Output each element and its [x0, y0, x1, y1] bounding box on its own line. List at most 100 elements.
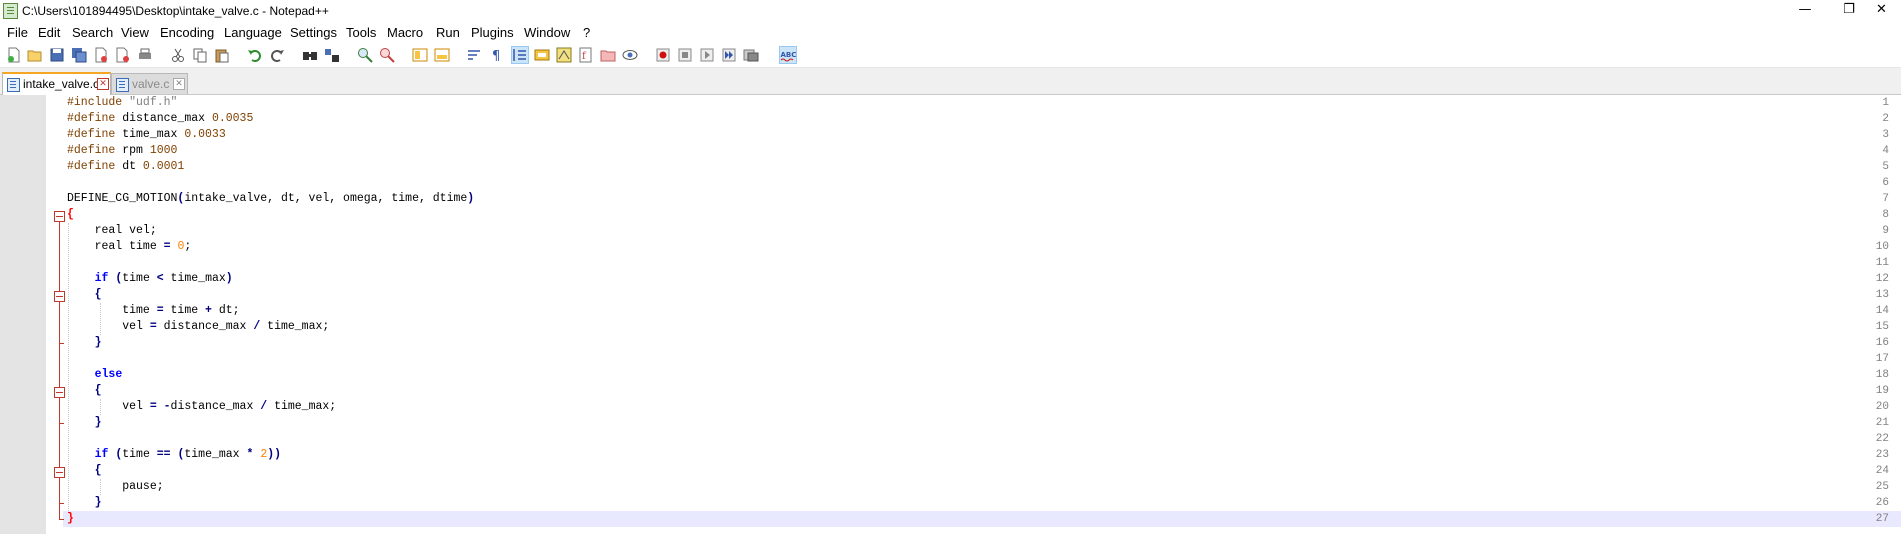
- fold-toggle-icon[interactable]: [54, 387, 65, 398]
- print-icon[interactable]: [137, 47, 153, 63]
- code-line[interactable]: {: [67, 287, 102, 303]
- menu-help[interactable]: ?: [583, 25, 590, 40]
- tab-valve[interactable]: valve.c ✕: [111, 73, 188, 94]
- close-all-icon[interactable]: [115, 47, 131, 63]
- code-line[interactable]: #define rpm 1000: [67, 143, 177, 159]
- code-line[interactable]: #define time_max 0.0033: [67, 127, 226, 143]
- folder-workspace-icon[interactable]: [600, 47, 616, 63]
- menu-edit[interactable]: Edit: [38, 25, 60, 40]
- save-all-icon[interactable]: [71, 47, 87, 63]
- new-file-icon[interactable]: [6, 47, 22, 63]
- spell-check-icon[interactable]: ABC: [779, 46, 797, 64]
- copy-icon[interactable]: [192, 47, 208, 63]
- notepad-plus-plus-icon: [3, 3, 18, 19]
- fold-end: [59, 423, 64, 424]
- close-tab-icon[interactable]: ✕: [173, 78, 185, 90]
- code-line[interactable]: }: [67, 511, 74, 527]
- zoom-out-icon[interactable]: [379, 47, 395, 63]
- file-icon: [7, 78, 20, 92]
- word-wrap-icon[interactable]: [467, 47, 483, 63]
- paste-icon[interactable]: [214, 47, 230, 63]
- menu-tools[interactable]: Tools: [346, 25, 376, 40]
- line-number: 14: [1875, 305, 1889, 317]
- tab-intake-valve[interactable]: intake_valve.c ✕: [2, 72, 111, 96]
- code-line[interactable]: DEFINE_CG_MOTION(intake_valve, dt, vel, …: [67, 191, 474, 207]
- line-number: 7: [1882, 193, 1889, 205]
- open-file-icon[interactable]: [27, 47, 43, 63]
- fold-toggle-icon[interactable]: [54, 291, 65, 302]
- indent-guide-icon[interactable]: [511, 46, 529, 64]
- monitoring-icon[interactable]: [622, 47, 638, 63]
- menu-macro[interactable]: Macro: [387, 25, 423, 40]
- code-line[interactable]: #define distance_max 0.0035: [67, 111, 253, 127]
- user-defined-language-icon[interactable]: [534, 47, 550, 63]
- function-list-icon[interactable]: f: [578, 47, 594, 63]
- code-line[interactable]: }: [67, 415, 102, 431]
- save-icon[interactable]: [49, 47, 65, 63]
- code-line[interactable]: pause;: [67, 479, 163, 495]
- menu-settings[interactable]: Settings: [290, 25, 337, 40]
- menu-search[interactable]: Search: [72, 25, 113, 40]
- play-macro-icon[interactable]: [699, 47, 715, 63]
- line-number: 15: [1875, 321, 1889, 333]
- fold-end: [59, 343, 64, 344]
- line-number: 5: [1882, 161, 1889, 173]
- menu-view[interactable]: View: [121, 25, 149, 40]
- line-number: 1: [1882, 97, 1889, 109]
- minimize-button[interactable]: —: [1782, 0, 1828, 22]
- close-window-button[interactable]: ✕: [1862, 0, 1901, 22]
- line-number: 17: [1875, 353, 1889, 365]
- show-all-chars-icon[interactable]: ¶: [489, 47, 505, 63]
- line-number: 21: [1875, 417, 1889, 429]
- code-line[interactable]: #include "udf.h": [67, 95, 177, 111]
- code-line[interactable]: else: [67, 367, 123, 383]
- stop-record-icon[interactable]: [677, 47, 693, 63]
- zoom-in-icon[interactable]: [357, 47, 373, 63]
- menu-file[interactable]: File: [7, 25, 28, 40]
- line-number: 18: [1875, 369, 1889, 381]
- code-line[interactable]: {: [67, 463, 102, 479]
- line-number: 25: [1875, 481, 1889, 493]
- code-line[interactable]: #define dt 0.0001: [67, 159, 184, 175]
- line-number: 9: [1882, 225, 1889, 237]
- sync-horizontal-icon[interactable]: [434, 47, 450, 63]
- code-line[interactable]: real vel;: [67, 223, 157, 239]
- code-line[interactable]: }: [67, 335, 102, 351]
- code-line[interactable]: time = time + dt;: [67, 303, 239, 319]
- line-number: 10: [1875, 241, 1889, 253]
- code-line[interactable]: vel = -distance_max / time_max;: [67, 399, 336, 415]
- menu-language[interactable]: Language: [224, 25, 282, 40]
- document-map-icon[interactable]: [556, 47, 572, 63]
- close-tab-icon[interactable]: ✕: [97, 78, 109, 90]
- fold-end: [59, 519, 64, 520]
- line-number: 23: [1875, 449, 1889, 461]
- menu-run[interactable]: Run: [436, 25, 460, 40]
- code-line[interactable]: {: [67, 207, 74, 223]
- code-editor[interactable]: 1 2 3 4 5 6 7 8 9 10 11 12 13 14 15 16 1…: [0, 95, 1901, 534]
- code-line[interactable]: }: [67, 495, 102, 511]
- code-line[interactable]: if (time == (time_max * 2)): [67, 447, 281, 463]
- menu-plugins[interactable]: Plugins: [471, 25, 514, 40]
- record-macro-icon[interactable]: [655, 47, 671, 63]
- code-line[interactable]: vel = distance_max / time_max;: [67, 319, 329, 335]
- code-line[interactable]: {: [67, 383, 102, 399]
- save-macro-icon[interactable]: [743, 47, 759, 63]
- cut-icon[interactable]: [170, 47, 186, 63]
- fold-toggle-icon[interactable]: [54, 467, 65, 478]
- replace-icon[interactable]: [324, 47, 340, 63]
- line-number-gutter: [0, 95, 46, 534]
- close-icon[interactable]: [93, 47, 109, 63]
- code-line[interactable]: real time = 0;: [67, 239, 192, 255]
- undo-icon[interactable]: [247, 47, 263, 63]
- sync-vertical-icon[interactable]: [412, 47, 428, 63]
- menu-encoding[interactable]: Encoding: [160, 25, 214, 40]
- tab-label: intake_valve.c: [23, 77, 100, 91]
- fold-toggle-icon[interactable]: [54, 211, 65, 222]
- code-line[interactable]: if (time < time_max): [67, 271, 233, 287]
- find-icon[interactable]: [302, 47, 318, 63]
- run-macro-multiple-icon[interactable]: [721, 47, 737, 63]
- line-number: 8: [1882, 209, 1889, 221]
- redo-icon[interactable]: [269, 47, 285, 63]
- menu-window[interactable]: Window: [524, 25, 570, 40]
- line-number: 13: [1875, 289, 1889, 301]
